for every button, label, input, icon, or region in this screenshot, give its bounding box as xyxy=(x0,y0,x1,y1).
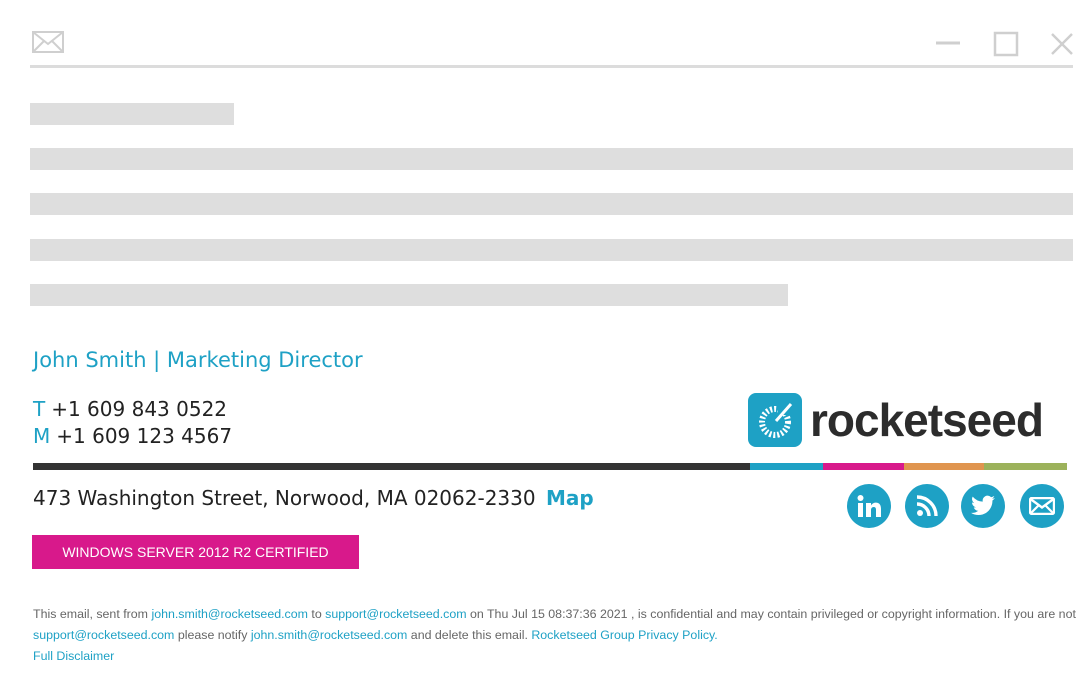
disclaimer-segment: and delete this email. xyxy=(407,628,532,642)
phone-m-label: M xyxy=(33,424,51,448)
rss-icon[interactable] xyxy=(905,484,949,528)
placeholder-line xyxy=(30,103,234,125)
color-bar-blue xyxy=(750,463,823,470)
full-disclaimer-link[interactable]: Full Disclaimer xyxy=(33,649,114,663)
map-link[interactable]: Map xyxy=(546,486,594,510)
envelope-icon xyxy=(32,31,64,57)
certification-badge[interactable]: WINDOWS SERVER 2012 R2 CERTIFIED xyxy=(32,535,359,569)
rocketseed-logo-mark xyxy=(748,393,802,447)
disclaimer-segment: to xyxy=(307,607,326,621)
rocketseed-logo: rocketseed xyxy=(748,393,1044,447)
placeholder-line xyxy=(30,148,1073,170)
placeholder-line xyxy=(30,239,1073,261)
mail-icon[interactable] xyxy=(1020,484,1064,528)
placeholder-line xyxy=(30,284,788,306)
recipient-email-link[interactable]: support@rocketseed.com xyxy=(325,607,466,621)
maximize-icon[interactable] xyxy=(993,31,1019,61)
close-icon[interactable] xyxy=(1049,31,1075,61)
address-line: 473 Washington Street, Norwood, MA 02062… xyxy=(33,486,594,510)
signature-name-title: John Smith | Marketing Director xyxy=(33,348,363,372)
recipient-email-link-2[interactable]: support@rocketseed.com xyxy=(33,628,174,642)
phone-t-label: T xyxy=(33,397,46,421)
twitter-icon[interactable] xyxy=(961,484,1005,528)
header-divider xyxy=(30,65,1073,68)
phone-t-number: +1 609 843 0522 xyxy=(51,397,228,421)
sender-email-link[interactable]: john.smith@rocketseed.com xyxy=(151,607,308,621)
phone-mobile: M +1 609 123 4567 xyxy=(33,424,232,448)
disclaimer-segment: please notify xyxy=(174,628,251,642)
placeholder-line xyxy=(30,193,1073,215)
privacy-policy-link[interactable]: Rocketseed Group Privacy Policy. xyxy=(531,628,717,642)
color-bar-dark xyxy=(33,463,750,470)
address-text: 473 Washington Street, Norwood, MA 02062… xyxy=(33,486,536,510)
linkedin-icon[interactable] xyxy=(847,484,891,528)
color-bar-orange xyxy=(904,463,984,470)
disclaimer-segment: on Thu Jul 15 08:37:36 2021 , is confide… xyxy=(466,607,1076,621)
phone-telephone: T +1 609 843 0522 xyxy=(33,397,227,421)
color-bar-olive xyxy=(984,463,1067,470)
phone-m-number: +1 609 123 4567 xyxy=(56,424,233,448)
logo-text: rocketseed xyxy=(810,394,1044,446)
minimize-icon[interactable] xyxy=(935,31,961,59)
sender-email-link-2[interactable]: john.smith@rocketseed.com xyxy=(251,628,408,642)
disclaimer-text: This email, sent from john.smith@rockets… xyxy=(33,604,1083,667)
color-bar-magenta xyxy=(823,463,904,470)
disclaimer-segment: This email, sent from xyxy=(33,607,152,621)
